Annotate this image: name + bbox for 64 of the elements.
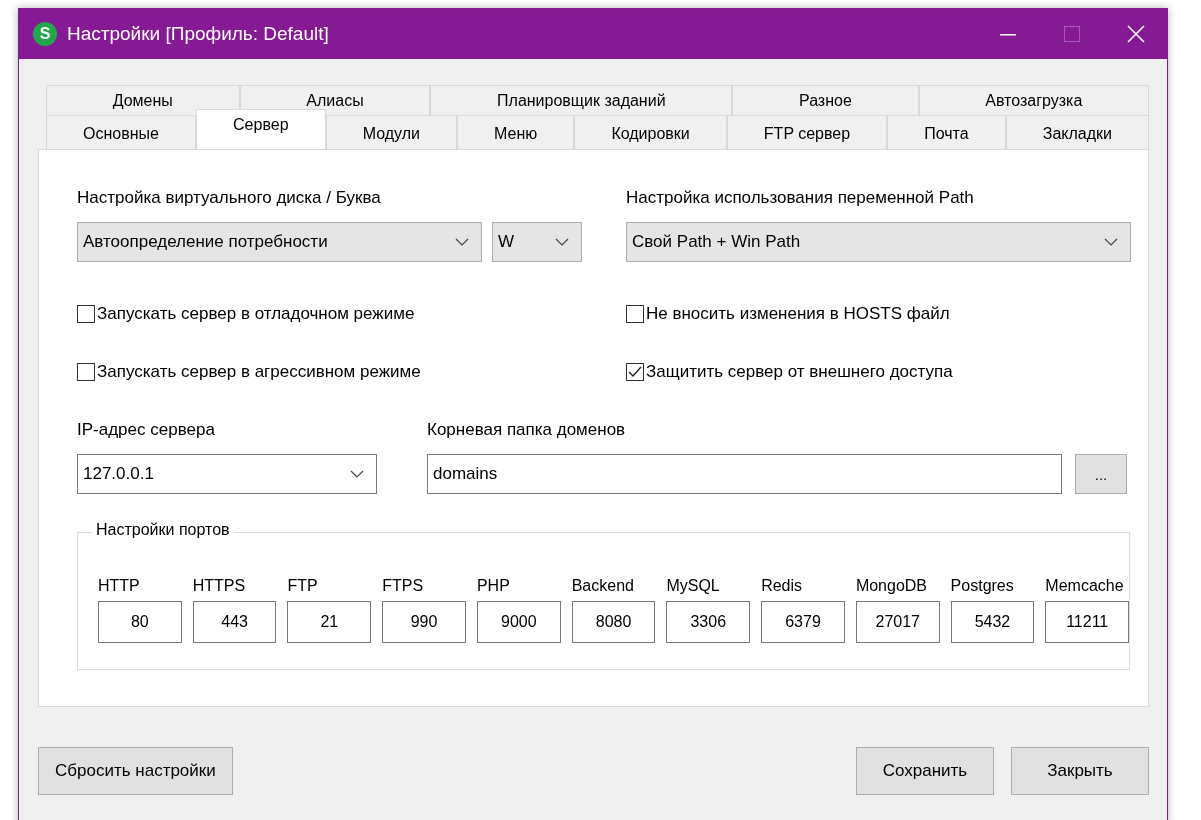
checkbox-label: Не вносить изменения в HOSTS файл [646,304,950,324]
field-label: IP-адрес сервера [77,420,216,440]
tab[interactable]: Меню [457,115,575,149]
window-title: Настройки [Профиль: Default] [67,23,329,45]
port-label: MySQL [666,577,721,595]
tab[interactable]: Модули [325,115,457,149]
tab[interactable]: FTP сервер [726,115,888,149]
chevron-down-icon [350,470,364,478]
port-label: HTTPS [192,577,247,595]
port-field[interactable]: 27017 [855,601,940,643]
close-button[interactable]: Закрыть [1011,747,1149,795]
checkbox[interactable] [77,363,95,381]
browse-button[interactable]: ... [1075,454,1127,494]
checkbox[interactable] [77,305,95,323]
port-field[interactable]: 11211 [1045,601,1130,643]
field-label: Настройка использования переменной Path [626,188,975,208]
tab[interactable]: Почта [887,115,1006,149]
port-field[interactable]: 990 [382,601,466,643]
tab[interactable]: Алиасы [239,85,431,115]
field-label: Корневая папка доменов [427,420,627,440]
port-label: FTPS [382,577,425,595]
save-button[interactable]: Сохранить [856,747,994,795]
tab[interactable]: Разное [732,85,919,115]
chevron-down-icon [455,238,469,246]
drive-letter-dropdown[interactable]: W [492,222,582,262]
tab[interactable]: Планировщик заданий [430,85,733,115]
checkbox-label: Запускать сервер в отладочном режиме [97,304,415,324]
port-field[interactable]: 5432 [950,601,1035,643]
port-field[interactable]: 80 [98,601,182,643]
port-label: Postgres [950,577,1015,595]
checkbox-label: Защитить сервер от внешнего доступа [646,362,953,382]
port-label: FTP [287,577,319,595]
close-icon[interactable] [1127,25,1145,43]
tab[interactable]: Закладки [1005,115,1150,149]
port-label: Memcache [1045,577,1125,595]
field-label: Настройка виртуального диска / Буква [77,188,382,208]
tab[interactable]: Автозагрузка [918,85,1150,115]
port-field[interactable]: 443 [192,601,277,643]
chevron-down-icon [555,238,569,246]
path-dropdown[interactable]: Свой Path + Win Path [626,222,1131,262]
port-label: MongoDB [855,577,929,595]
port-field[interactable]: 21 [287,601,372,643]
port-label: PHP [476,577,511,595]
port-label: HTTP [98,577,141,595]
tab[interactable]: Кодировки [574,115,727,149]
tab[interactable]: Основные [46,115,196,149]
port-label: Backend [571,577,635,595]
chevron-down-icon [1104,238,1118,246]
port-field[interactable]: 6379 [761,601,845,643]
checkbox[interactable] [626,305,644,323]
port-field[interactable]: 3306 [666,601,751,643]
checkbox[interactable] [626,363,644,381]
tab[interactable]: Домены [46,85,240,115]
disk-mode-dropdown[interactable]: Автоопределение потребности [77,222,482,262]
port-label: Redis [761,577,804,595]
port-field[interactable]: 8080 [571,601,656,643]
port-field[interactable]: 9000 [476,601,561,643]
group-title: Настройки портов [92,521,234,539]
input-field[interactable]: domains [427,454,1062,494]
reset-button[interactable]: Сбросить настройки [38,747,233,795]
checkbox-label: Запускать сервер в агрессивном режиме [97,362,421,382]
tab[interactable]: Сервер [196,109,326,149]
app-icon: S [33,22,57,46]
ip-dropdown[interactable]: 127.0.0.1 [77,454,377,494]
